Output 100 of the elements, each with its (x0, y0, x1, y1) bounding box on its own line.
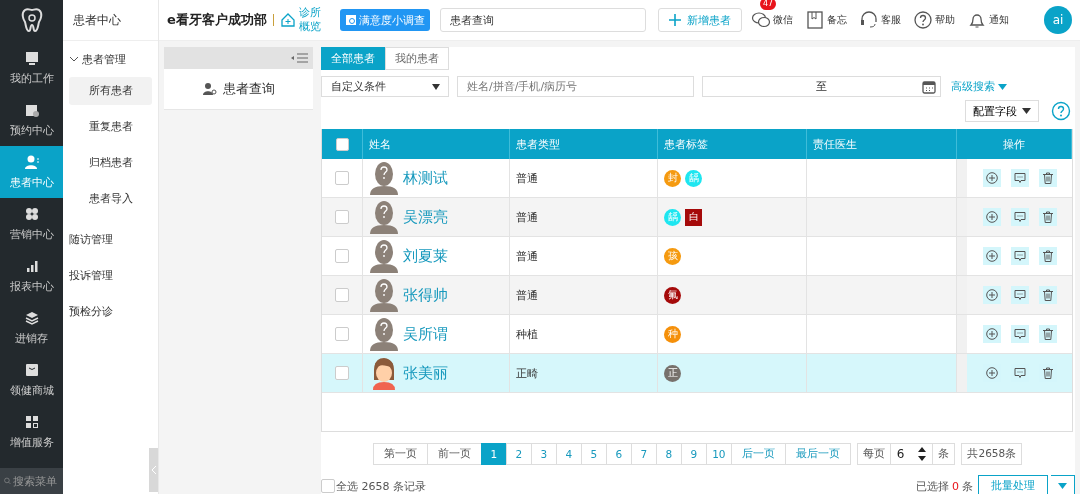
trash-icon (1041, 367, 1054, 379)
table-row[interactable]: 张得帅 普通 氟 (322, 276, 1072, 315)
caret-icon (432, 83, 440, 90)
patient-tag: 孩 (664, 247, 681, 265)
chat-bubbles-icon (751, 10, 771, 30)
batch-dropdown-button[interactable] (1051, 475, 1075, 494)
message-button[interactable] (1010, 286, 1029, 304)
add-button[interactable] (982, 286, 1001, 304)
delete-button[interactable] (1038, 247, 1057, 265)
select-all-label: 全选 2658 条记录 (336, 478, 426, 494)
patient-tag: 白 (685, 208, 702, 226)
patient-search-item[interactable]: 患者查询 (164, 69, 313, 110)
message-button[interactable] (1010, 208, 1029, 226)
rail-item[interactable]: 预约中心 (0, 94, 63, 146)
plus-circle-icon (985, 250, 998, 262)
message-icon (1013, 328, 1026, 340)
caret-icon (998, 83, 1007, 90)
column-header: 姓名 (363, 129, 510, 159)
previous-page-button[interactable]: 前一页 (426, 443, 482, 465)
toolbar-button[interactable]: 微信 47 (748, 0, 796, 34)
per-page-field[interactable]: 6 (889, 443, 934, 465)
rail-item[interactable]: 我的工作 (0, 42, 63, 94)
next-page-button[interactable]: 后一页 (730, 443, 786, 465)
select-all-checkbox[interactable] (335, 137, 349, 151)
delete-button[interactable] (1038, 325, 1057, 343)
submenu-item[interactable]: 患者导入 (69, 185, 152, 213)
row-checkbox[interactable] (335, 171, 349, 185)
row-checkbox[interactable] (335, 288, 349, 302)
table-cell: 普通 (510, 198, 658, 236)
add-button[interactable] (982, 169, 1001, 187)
tab[interactable]: 我的患者 (385, 47, 449, 70)
menu-group[interactable]: 投诉管理 (63, 257, 119, 293)
per-page-unit: 条 (932, 443, 956, 465)
rail-item[interactable]: 领健商城 (0, 354, 63, 406)
help-icon[interactable] (1051, 101, 1071, 121)
page-button[interactable]: 8 (655, 443, 682, 465)
plus-circle-icon (985, 367, 998, 379)
person-icon (23, 154, 40, 170)
rail-item[interactable]: 营销中心 (0, 198, 63, 250)
trash-icon (1041, 289, 1054, 301)
unknown-person-icon (369, 278, 399, 312)
message-icon (1013, 250, 1026, 262)
first-page-button[interactable]: 第一页 (372, 443, 428, 465)
table-row[interactable]: 张美丽 正畸 正 (322, 354, 1072, 393)
row-checkbox[interactable] (335, 366, 349, 380)
submenu-item[interactable]: 重复患者 (69, 113, 152, 141)
headset-icon (859, 10, 879, 30)
toolbar-button[interactable]: 帮助 (910, 0, 958, 34)
collapse-handle[interactable] (149, 448, 158, 492)
rail-item[interactable]: 增值服务 (0, 406, 63, 458)
table-cell: 普通 (510, 159, 658, 197)
rail-item[interactable]: 报表中心 (0, 250, 63, 302)
keyword-field[interactable]: 姓名/拼音/手机/病历号 (457, 76, 694, 97)
submenu-item[interactable]: 归档患者 (69, 149, 152, 177)
config-fields-button[interactable]: 配置字段 (965, 100, 1039, 122)
row-checkbox[interactable] (335, 210, 349, 224)
add-button[interactable] (982, 208, 1001, 226)
per-page-label: 每页 (856, 443, 891, 465)
unknown-person-icon (369, 161, 399, 195)
list-collapse-icon[interactable] (291, 53, 309, 63)
toolbar-button[interactable]: 通知 (964, 0, 1012, 34)
delete-button[interactable] (1038, 208, 1057, 226)
date-range-field[interactable]: 至 (702, 76, 941, 97)
trash-icon (1041, 328, 1054, 340)
plus-icon (669, 14, 681, 26)
plus-circle-icon (985, 289, 998, 301)
delete-button[interactable] (1038, 286, 1057, 304)
table-cell: 正畸 (510, 354, 658, 392)
column-header: 患者标签 (658, 129, 807, 159)
menu-group[interactable]: 患者管理 (63, 41, 132, 77)
unknown-person-icon (369, 200, 399, 234)
add-button[interactable] (982, 247, 1001, 265)
help-icon (913, 10, 933, 30)
plus-circle-icon (985, 328, 998, 340)
last-page-button[interactable]: 最后一页 (784, 443, 851, 465)
select-all-checkbox[interactable] (321, 479, 335, 493)
toolbar-button[interactable]: 客服 (856, 0, 904, 34)
selected-label: 已选择 (916, 478, 949, 494)
table-row[interactable]: 吴漂亮 普通 龋 白 (322, 198, 1072, 237)
total-count: 共2658条 (961, 443, 1023, 465)
menu-search-box[interactable]: 搜索菜单 (0, 468, 63, 494)
toolbar-button[interactable]: 备忘 (802, 0, 850, 34)
message-button[interactable] (1010, 325, 1029, 343)
menu-group[interactable]: 预检分诊 (63, 293, 119, 329)
submenu-item[interactable]: 所有患者 (69, 77, 152, 105)
message-button[interactable] (1010, 169, 1029, 187)
menu-group[interactable]: 随访管理 (63, 221, 119, 257)
selected-unit: 条 (962, 478, 973, 494)
menu-search-field[interactable]: 搜索菜单 (13, 471, 59, 491)
patient-search-field[interactable]: 患者查询 (440, 8, 646, 32)
condition-dropdown[interactable]: 自定义条件 (321, 76, 449, 97)
row-checkbox[interactable] (335, 249, 349, 263)
rail-item[interactable]: 进销存 (0, 302, 63, 354)
add-button[interactable] (982, 325, 1001, 343)
caret-icon (1022, 108, 1031, 114)
row-checkbox[interactable] (335, 327, 349, 341)
clinic-name: e看牙客户成功部 (167, 12, 267, 28)
delete-button[interactable] (1038, 169, 1057, 187)
bag-icon (23, 362, 40, 378)
message-button[interactable] (1010, 247, 1029, 265)
